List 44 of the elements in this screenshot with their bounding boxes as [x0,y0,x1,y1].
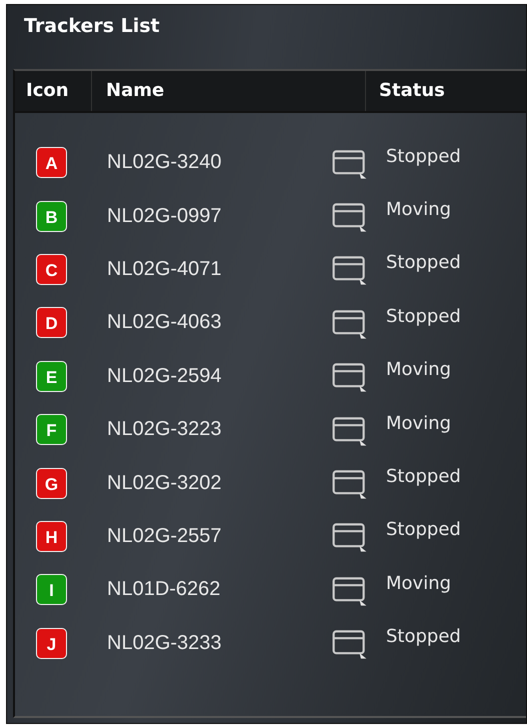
window-icon[interactable] [332,203,368,234]
status-text: Moving [386,199,452,220]
status-text: Moving [386,359,452,380]
window-icon[interactable] [332,256,368,286]
status-text: Stopped [386,146,461,167]
column-header[interactable]: Icon [15,71,92,111]
marker-badge: J [36,628,67,659]
window-icon[interactable] [332,416,368,447]
tracker-name: NL02G-3233 [107,632,222,654]
tracker-name: NL02G-2594 [107,364,222,387]
marker-badge: H [36,520,67,552]
marker-badge: I [36,574,67,606]
status-text: Stopped [386,626,461,648]
window-icon[interactable] [332,523,368,554]
marker-badge: E [36,360,67,392]
column-header[interactable]: Name [92,71,366,111]
marker-badge: B [36,200,67,232]
marker-badge: F [36,414,67,446]
window-icon[interactable] [332,363,368,394]
status-text: Moving [386,572,452,594]
status-text: Stopped [386,306,461,327]
marker-badge: C [36,254,67,285]
marker-badge: A [36,147,67,178]
window-icon[interactable] [332,470,368,500]
column-header[interactable]: Status [366,71,526,111]
window-icon[interactable] [332,630,368,660]
status-text: Stopped [386,252,461,274]
marker-badge: G [36,468,67,499]
tracker-name: NL02G-3240 [107,151,222,174]
panel-title: Trackers List [23,15,160,39]
tracker-name: NL02G-4063 [107,311,222,334]
tracker-name: NL02G-0997 [107,204,222,227]
window-icon[interactable] [332,310,368,340]
window-icon[interactable] [332,576,368,607]
tracker-name: NL01D-6262 [107,578,220,600]
status-text: Stopped [386,466,461,488]
marker-badge: D [36,307,67,338]
status-text: Moving [386,412,452,434]
tracker-name: NL02G-3202 [107,472,222,494]
status-text: Stopped [386,519,461,540]
tracker-name: NL02G-3223 [107,418,222,440]
window-icon[interactable] [332,150,368,180]
tracker-name: NL02G-2557 [107,524,222,547]
tracker-name: NL02G-4071 [107,258,222,280]
